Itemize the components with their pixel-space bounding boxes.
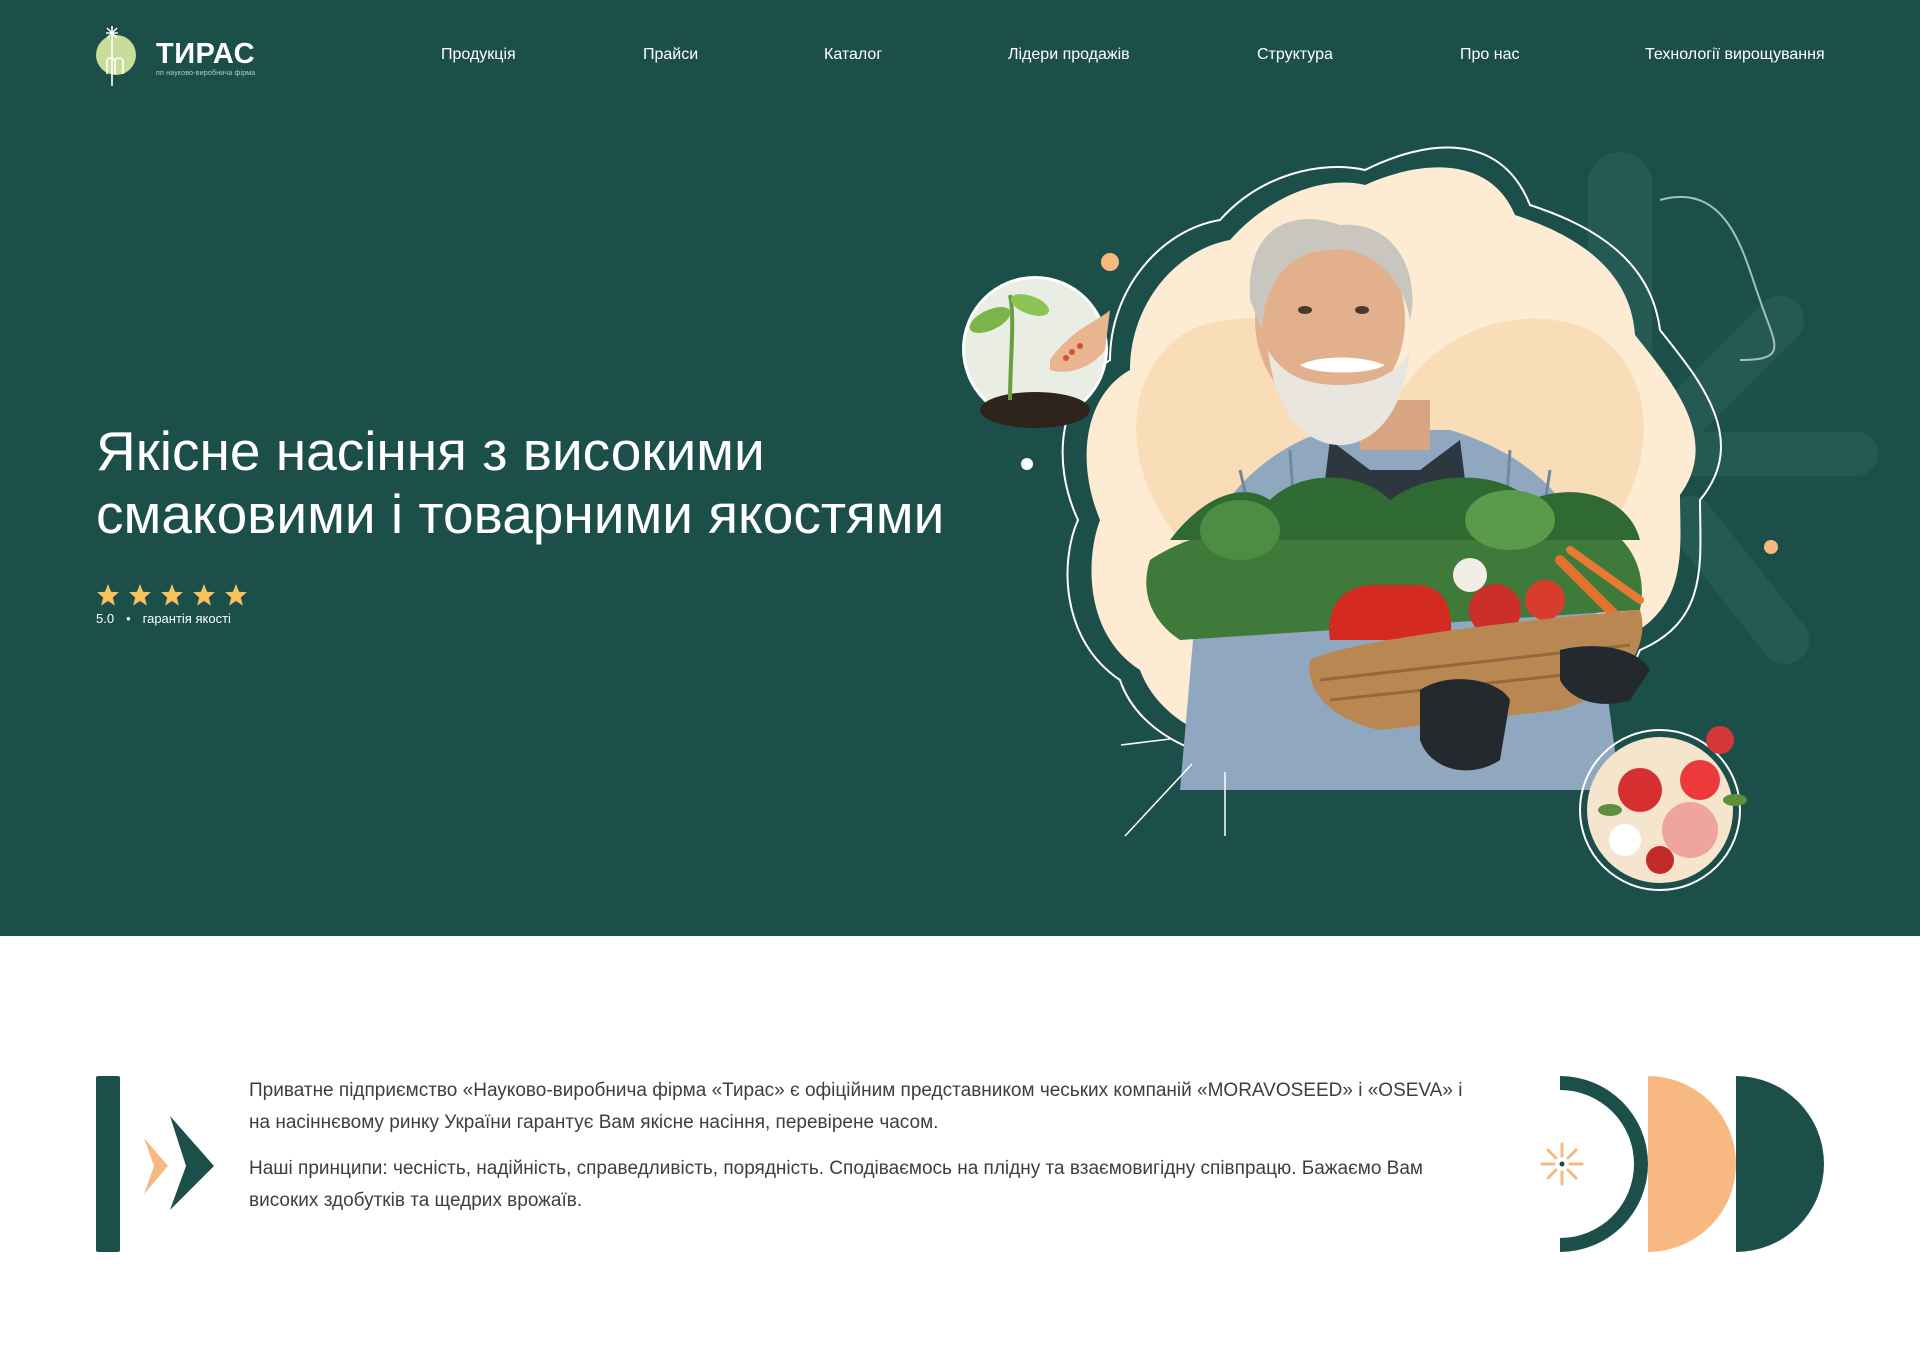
about-section: Приватне підприємство «Науково-виробнича… — [0, 936, 1920, 1365]
seedling-photo — [962, 276, 1110, 428]
hero-illustration — [962, 146, 1878, 891]
decor-dot — [1764, 540, 1778, 554]
about-paragraph-2: Наші принципи: чесність, надійність, спр… — [249, 1158, 1423, 1211]
decorative-semicircles — [1540, 1076, 1824, 1252]
about-text: Приватне підприємство «Науково-виробнича… — [249, 1075, 1479, 1231]
accent-bar — [96, 1076, 120, 1252]
flowers-photo — [1579, 726, 1747, 891]
decor-dot — [1021, 458, 1033, 470]
hero-section: ТИРАС пп науково-виробнича фірма Продукц… — [0, 0, 1920, 936]
about-paragraph-1: Приватне підприємство «Науково-виробнича… — [249, 1080, 1463, 1133]
double-chevron-icon — [144, 1116, 214, 1210]
decor-dot — [1101, 253, 1119, 271]
